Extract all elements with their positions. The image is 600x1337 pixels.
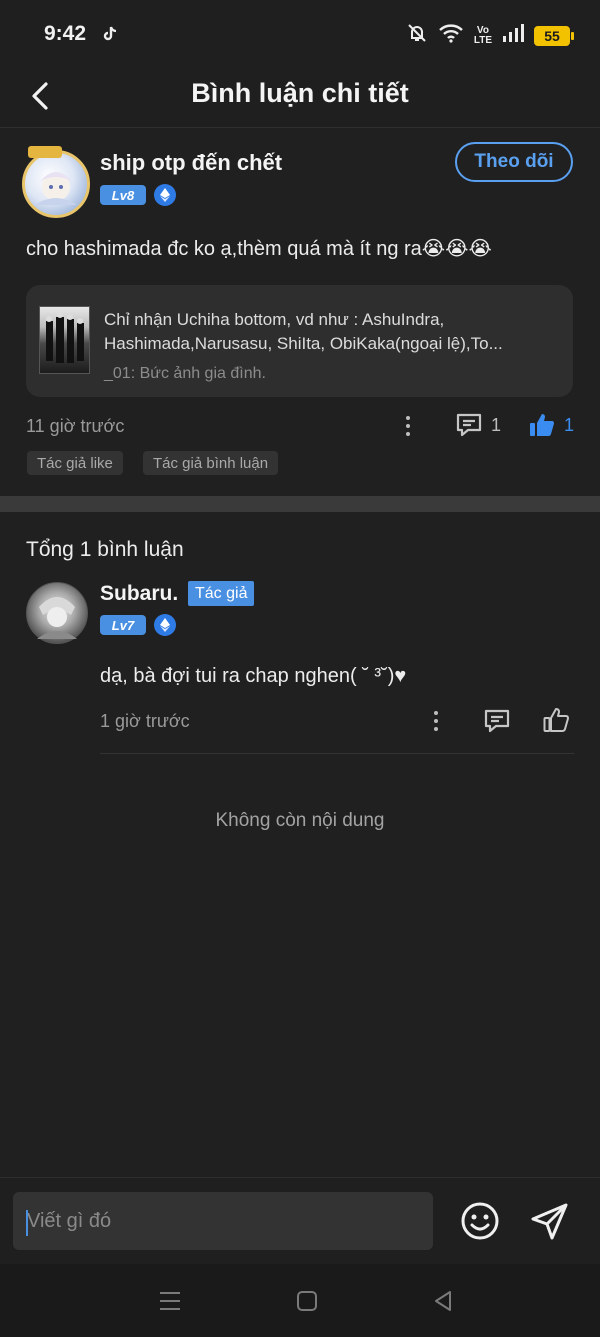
level-badge: Lv8	[100, 185, 146, 205]
app-header: Bình luận chi tiết	[0, 64, 600, 128]
comment-input-bar	[0, 1177, 600, 1264]
comment-text: dạ, bà đợi tui ra chap nghen( ˘ ³˘)♥	[100, 665, 407, 687]
battery-icon: 55	[534, 25, 574, 46]
thumbs-up-icon	[543, 708, 569, 732]
comment-timestamp: 1 giờ trước	[100, 711, 190, 731]
status-time: 9:42	[44, 22, 87, 45]
follow-button[interactable]: Theo dõi	[455, 142, 573, 182]
system-back-button[interactable]	[428, 1286, 458, 1316]
comment-more-options-button[interactable]	[426, 706, 446, 736]
signal-icon	[502, 23, 524, 48]
volte-indicator: Vo LTE	[473, 25, 492, 46]
system-navigation-bar	[0, 1264, 600, 1337]
tiktok-icon	[100, 24, 120, 44]
dot	[434, 719, 438, 723]
comments-section: Tổng 1 bình luận Subaru. Tác giả Lv7 dạ,…	[0, 512, 600, 1177]
reply-button[interactable]	[483, 707, 511, 735]
page-title: Bình luận chi tiết	[191, 78, 409, 108]
dot	[434, 727, 438, 731]
comment-divider	[100, 753, 574, 754]
like-action[interactable]: 1	[528, 411, 574, 439]
comment-action[interactable]: 1	[455, 411, 501, 439]
smiley-icon	[461, 1202, 499, 1240]
battery-level: 55	[544, 27, 560, 44]
avatar-frame-badge	[28, 146, 62, 158]
avatar-image	[35, 172, 77, 205]
quote-chapter: _01: Bức ảnh gia đình.	[104, 365, 266, 382]
end-of-content-label: Không còn nội dung	[215, 810, 385, 831]
wifi-icon	[438, 22, 464, 49]
post-level-row: Lv8	[100, 184, 176, 206]
commenter-level-row: Lv7	[100, 614, 176, 636]
quote-description-line1: Chỉ nhận Uchiha bottom, vd như : AshuInd…	[104, 310, 445, 329]
mute-icon	[406, 22, 428, 49]
dot	[434, 711, 438, 715]
total-comments-label: Tổng 1 bình luận	[26, 538, 184, 561]
diamond-badge-icon	[154, 614, 176, 636]
dot	[406, 424, 410, 428]
section-divider	[0, 496, 600, 512]
level-badge: Lv7	[100, 615, 146, 635]
comment-icon	[484, 709, 510, 733]
original-post: ship otp đến chết Lv8 Theo dõi cho hashi…	[0, 128, 600, 496]
avatar-image	[37, 597, 77, 639]
text-cursor	[26, 1210, 28, 1236]
status-bar: 9:42 Vo LTE 55	[0, 0, 600, 64]
send-button[interactable]	[529, 1200, 571, 1242]
avatar[interactable]	[22, 150, 90, 218]
commenter-avatar[interactable]	[26, 582, 88, 644]
post-text: cho hashimada đc ko ạ,thèm quá mà ít ng …	[26, 238, 492, 260]
volte-bottom: LTE	[473, 34, 492, 46]
author-commented-tag: Tác giả bình luận	[143, 451, 279, 475]
diamond-badge-icon	[154, 184, 176, 206]
comment-like-button[interactable]	[542, 706, 570, 734]
more-options-button[interactable]	[398, 411, 418, 441]
comment-input[interactable]	[13, 1192, 433, 1250]
post-timestamp: 11 giờ trước	[26, 416, 125, 436]
like-count: 1	[564, 414, 575, 435]
square-icon	[297, 1291, 317, 1311]
post-username[interactable]: ship otp đến chết	[100, 150, 282, 176]
triangle-back-icon	[435, 1291, 451, 1311]
emoji-button[interactable]	[459, 1200, 501, 1242]
work-thumbnail	[39, 306, 90, 374]
commenter-username[interactable]: Subaru.	[100, 582, 178, 606]
comment-count: 1	[491, 414, 502, 435]
recent-apps-button[interactable]	[155, 1286, 185, 1316]
send-icon	[531, 1203, 568, 1240]
author-liked-tag: Tác giả like	[27, 451, 123, 475]
thumbs-up-filled-icon	[530, 414, 554, 436]
menu-icon	[160, 1292, 180, 1310]
author-badge: Tác giả	[188, 581, 255, 606]
status-icons: Vo LTE 55	[406, 22, 574, 49]
dot	[406, 416, 410, 420]
home-button[interactable]	[292, 1286, 322, 1316]
comment-icon	[456, 413, 482, 437]
quoted-work-card[interactable]: Chỉ nhận Uchiha bottom, vd như : AshuInd…	[26, 285, 573, 397]
quote-description-line2: Hashimada,Narusasu, ShiIta, ObiKaka(ngoạ…	[104, 334, 503, 353]
dot	[406, 432, 410, 436]
